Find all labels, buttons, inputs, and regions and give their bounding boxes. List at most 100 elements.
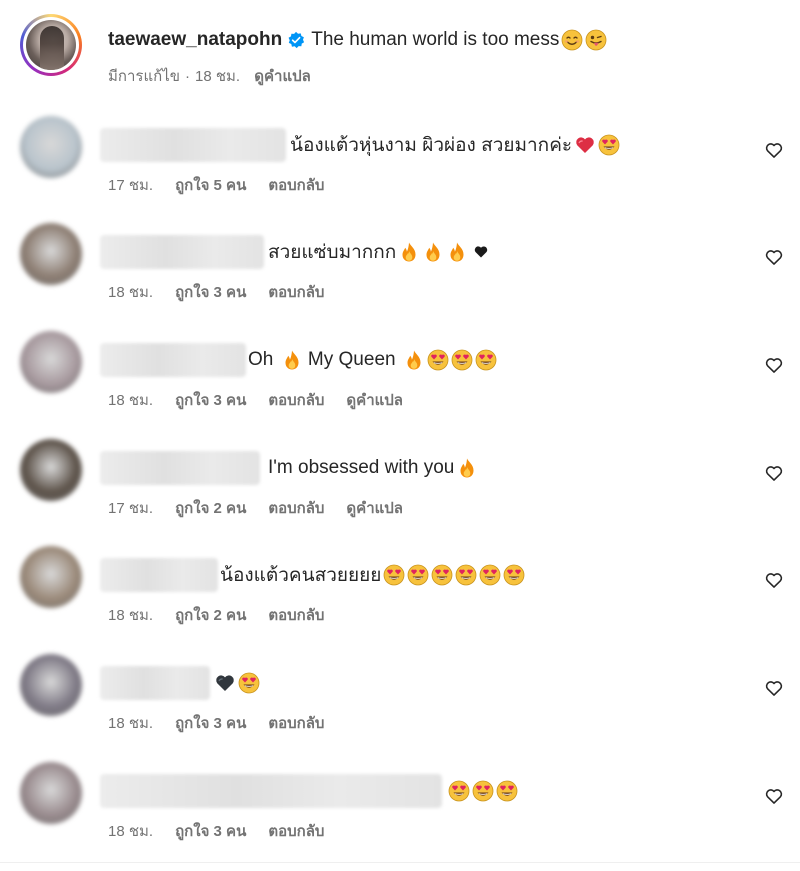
like-heart-icon[interactable]: [764, 140, 784, 160]
meta-separator: ·: [185, 68, 190, 85]
comment-text: I'm obsessed with you: [268, 451, 478, 485]
fire-icon: [285, 350, 299, 370]
commenter-avatar[interactable]: [20, 654, 82, 716]
author-avatar-border: [23, 17, 79, 73]
comment-time[interactable]: 18 ชม.: [108, 280, 153, 304]
comment-text-body: I'm obsessed with you: [268, 457, 455, 478]
reply-button[interactable]: ตอบกลับ: [268, 280, 324, 304]
fire-icon: [426, 242, 440, 262]
comment-likes[interactable]: ถูกใจ 5 คน: [175, 173, 246, 197]
comment-time[interactable]: 18 ชม.: [108, 388, 153, 412]
fire-icon: [450, 242, 464, 262]
post-caption: The human world is too mess: [311, 29, 560, 50]
black-heart-icon: [216, 675, 234, 691]
comment-item: น้องแต้วหุ่นงาม ผิวผ่อง สวยมากค่ะ 17 ชม. ถ…: [0, 110, 800, 218]
commenter-username-blurred[interactable]: [100, 774, 442, 808]
post-caption-line: taewaew_natapohn The human world is too …: [108, 26, 607, 54]
post-header: taewaew_natapohn The human world is too …: [0, 0, 800, 100]
see-translation-link[interactable]: ดูคำแปล: [346, 496, 403, 520]
comment-item: I'm obsessed with you 17 ชม. ถูกใจ 2 คน ตอบ…: [0, 433, 800, 541]
fire-icon: [460, 458, 474, 478]
smiling-face-icon: [561, 29, 583, 51]
fire-icon: [402, 242, 416, 262]
comment-item: 18 ชม. ถูกใจ 3 คน ตอบกลับ: [0, 648, 800, 756]
comment-likes[interactable]: ถูกใจ 3 คน: [175, 711, 246, 735]
commenter-username-blurred[interactable]: [100, 128, 286, 162]
post-meta: มีการแก้ไข · 18 ชม. ดูคำแปล: [108, 64, 311, 88]
heart-eyes-icon: [427, 349, 449, 371]
comment-text: [446, 774, 518, 808]
like-heart-icon[interactable]: [764, 786, 784, 806]
black-small-heart-icon: [475, 246, 488, 258]
edited-label: มีการแก้ไข: [108, 68, 180, 85]
see-translation-link[interactable]: ดูคำแปล: [346, 388, 403, 412]
commenter-avatar[interactable]: [20, 439, 82, 501]
comment-meta: 18 ชม. ถูกใจ 3 คน ตอบกลับ: [108, 711, 324, 735]
like-heart-icon[interactable]: [764, 678, 784, 698]
comment-text-body: สวยแซ่บมากกก: [268, 242, 397, 263]
comment-likes[interactable]: ถูกใจ 3 คน: [175, 819, 246, 843]
heart-eyes-icon: [504, 564, 525, 586]
heart-eyes-icon: [408, 564, 429, 586]
verified-badge-icon: [288, 31, 305, 49]
comment-text: น้องแต้วหุ่นงาม ผิวผ่อง สวยมากค่ะ: [290, 128, 620, 162]
like-heart-icon[interactable]: [764, 570, 784, 590]
reply-button[interactable]: ตอบกลับ: [268, 819, 324, 843]
comment-likes[interactable]: ถูกใจ 2 คน: [175, 603, 246, 627]
like-heart-icon[interactable]: [764, 247, 784, 267]
commenter-username-blurred[interactable]: [100, 235, 264, 269]
commenter-avatar[interactable]: [20, 116, 82, 178]
comment-text-body: น้องแต้วหุ่นงาม ผิวผ่อง สวยมากค่ะ: [290, 135, 573, 156]
comment-meta: 18 ชม. ถูกใจ 3 คน ตอบกลับ ดูคำแปล: [108, 388, 403, 412]
red-heart-icon: [576, 137, 594, 153]
comment-meta: 17 ชม. ถูกใจ 5 คน ตอบกลับ: [108, 173, 324, 197]
commenter-avatar[interactable]: [20, 223, 82, 285]
comment-time[interactable]: 18 ชม.: [108, 819, 153, 843]
comment-text: สวยแซ่บมากกก: [268, 235, 492, 269]
fire-icon: [407, 350, 421, 370]
heart-eyes-icon: [456, 564, 477, 586]
like-heart-icon[interactable]: [764, 463, 784, 483]
comment-time[interactable]: 17 ชม.: [108, 173, 153, 197]
comment-time[interactable]: 18 ชม.: [108, 711, 153, 735]
author-username[interactable]: taewaew_natapohn: [108, 29, 282, 51]
reply-button[interactable]: ตอบกลับ: [268, 711, 324, 735]
commenter-username-blurred[interactable]: [100, 451, 260, 485]
comment-time[interactable]: 18 ชม.: [108, 603, 153, 627]
comment-item: น้องแต้วคนสวยยยย 18 ชม. ถูกใจ 2 คน ตอบกลับ: [0, 540, 800, 648]
winking-tongue-face-icon: [585, 29, 607, 51]
comment-time[interactable]: 17 ชม.: [108, 496, 153, 520]
commenter-avatar[interactable]: [20, 546, 82, 608]
heart-eyes-icon: [238, 672, 260, 694]
commenter-username-blurred[interactable]: [100, 343, 246, 377]
reply-button[interactable]: ตอบกลับ: [268, 496, 324, 520]
comment-text-body: น้องแต้วคนสวยยยย: [220, 565, 382, 586]
comment-meta: 17 ชม. ถูกใจ 2 คน ตอบกลับ ดูคำแปล: [108, 496, 403, 520]
commenter-avatar[interactable]: [20, 331, 82, 393]
comment-item: 18 ชม. ถูกใจ 3 คน ตอบกลับ: [0, 756, 800, 864]
commenter-username-blurred[interactable]: [100, 666, 210, 700]
comment-likes[interactable]: ถูกใจ 2 คน: [175, 496, 246, 520]
heart-eyes-icon: [384, 564, 405, 586]
reply-button[interactable]: ตอบกลับ: [268, 173, 324, 197]
heart-eyes-icon: [432, 564, 453, 586]
comment-likes[interactable]: ถูกใจ 3 คน: [175, 280, 246, 304]
comment-meta: 18 ชม. ถูกใจ 3 คน ตอบกลับ: [108, 280, 324, 304]
see-translation-link[interactable]: ดูคำแปล: [254, 68, 311, 85]
heart-eyes-icon: [496, 780, 518, 802]
comment-meta: 18 ชม. ถูกใจ 3 คน ตอบกลับ: [108, 819, 324, 843]
comment-likes[interactable]: ถูกใจ 3 คน: [175, 388, 246, 412]
reply-button[interactable]: ตอบกลับ: [268, 388, 324, 412]
comment-text-part: My Queen: [307, 349, 396, 370]
commenter-username-blurred[interactable]: [100, 558, 218, 592]
heart-eyes-icon: [480, 564, 501, 586]
divider: [0, 862, 800, 863]
comment-item: Oh My Queen 18 ชม. ถูกใจ 3 คน ตอบกลับ ดูคำแ…: [0, 325, 800, 433]
author-avatar[interactable]: [20, 14, 82, 76]
author-avatar-photo: [26, 20, 76, 70]
comment-text: น้องแต้วคนสวยยยย: [220, 558, 525, 592]
like-heart-icon[interactable]: [764, 355, 784, 375]
reply-button[interactable]: ตอบกลับ: [268, 603, 324, 627]
commenter-avatar[interactable]: [20, 762, 82, 824]
post-time[interactable]: 18 ชม.: [195, 68, 240, 85]
